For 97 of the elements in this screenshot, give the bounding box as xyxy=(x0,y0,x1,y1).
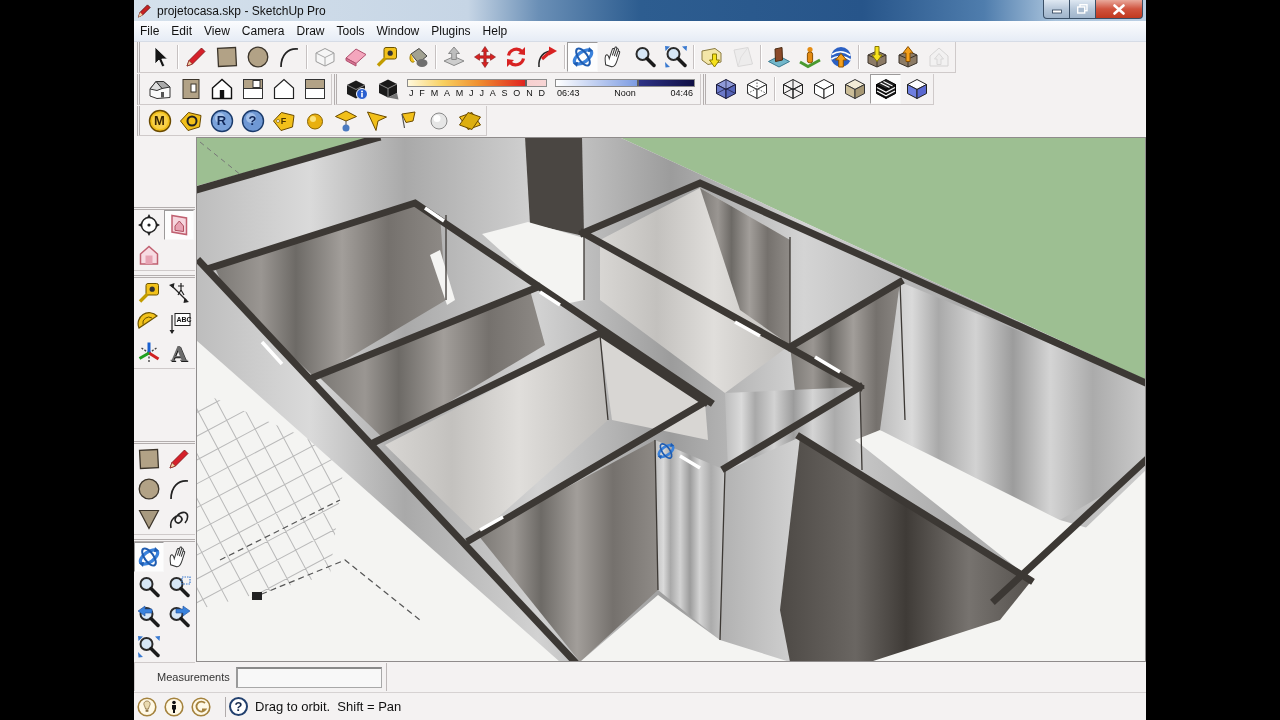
section-planes-button[interactable] xyxy=(164,210,194,240)
orbit-icon xyxy=(137,545,161,569)
axes-icon xyxy=(137,341,161,365)
map-down-arrow-icon xyxy=(699,45,724,69)
restore-icon xyxy=(1077,4,1088,14)
menu-item[interactable]: Draw xyxy=(290,22,331,40)
minimize-button[interactable] xyxy=(1043,0,1070,19)
magnifier-forward-icon xyxy=(167,605,191,629)
orbit-icon xyxy=(570,45,595,69)
menu-item[interactable]: Tools xyxy=(330,22,371,40)
measurements-field[interactable] xyxy=(235,666,382,688)
menu-item[interactable]: Window xyxy=(370,22,426,40)
diamond-light-icon xyxy=(333,108,358,133)
menu-item[interactable]: Edit xyxy=(165,22,199,40)
person-icon xyxy=(164,696,184,717)
month-label: M xyxy=(455,88,464,99)
time-label: 04:46 xyxy=(670,88,693,99)
four-arrows-icon xyxy=(472,45,497,69)
menu-item[interactable]: Camera xyxy=(235,22,291,40)
measurements-label: Measurements xyxy=(157,669,230,685)
month-label: J xyxy=(479,88,484,99)
triangle-icon xyxy=(137,507,161,531)
orbit-button[interactable] xyxy=(134,542,164,572)
panel-icon xyxy=(302,77,327,101)
time-label: 06:43 xyxy=(557,88,580,99)
menu-item[interactable]: File xyxy=(134,22,166,40)
lightbulb-icon xyxy=(137,696,157,717)
circle-icon xyxy=(245,45,270,69)
person-figure-icon xyxy=(797,45,822,69)
pencil-icon xyxy=(183,45,208,69)
time-label: Noon xyxy=(614,88,636,99)
month-label: M xyxy=(430,88,439,99)
month-label: J xyxy=(469,88,474,99)
magnifier-back-icon xyxy=(137,605,161,629)
cube-outline-icon xyxy=(312,45,337,69)
dashed-cube-icon xyxy=(744,77,769,101)
circle-icon xyxy=(137,477,161,501)
ring-icon xyxy=(191,696,211,717)
translucent-cube-icon xyxy=(713,77,738,101)
month-label: N xyxy=(526,88,533,99)
section-house-icon xyxy=(137,243,161,267)
month-label: A xyxy=(489,88,496,99)
magnifier-arrows-icon xyxy=(137,635,161,659)
close-icon xyxy=(1113,3,1125,15)
window-title: projetocasa.skp - SketchUp Pro xyxy=(157,2,326,20)
push-pull-icon xyxy=(441,45,466,69)
f-tag-button[interactable]: F xyxy=(268,106,299,135)
shaded-cube-icon xyxy=(842,77,867,101)
striped-cube-icon xyxy=(873,77,898,101)
magnifier-arrows-icon xyxy=(663,45,688,69)
tape-measure-icon xyxy=(374,45,399,69)
menu-item[interactable]: View xyxy=(198,22,236,40)
month-label: S xyxy=(501,88,508,99)
month-label: A xyxy=(443,88,450,99)
orbit-button[interactable] xyxy=(567,42,598,72)
disc-icon xyxy=(240,108,265,133)
month-label: F xyxy=(419,88,425,99)
m-button[interactable]: M xyxy=(144,106,175,135)
textured-button[interactable] xyxy=(870,74,901,104)
time-slider-track[interactable] xyxy=(555,79,695,87)
window-panel-icon xyxy=(240,77,265,101)
month-label: D xyxy=(538,88,545,99)
sign-icon xyxy=(167,311,191,335)
close-button[interactable] xyxy=(1096,0,1143,19)
triangle-flag-icon xyxy=(364,108,389,133)
pencil-logo-icon xyxy=(137,2,151,19)
house-door-icon xyxy=(209,77,234,101)
date-slider-track[interactable] xyxy=(407,79,547,87)
help-icon[interactable]: ? xyxy=(229,697,248,716)
3d-text-button[interactable]: A xyxy=(164,338,194,368)
box-down-arrow-icon xyxy=(864,45,889,69)
restore-button[interactable] xyxy=(1070,0,1096,19)
arc-icon xyxy=(167,477,191,501)
orbit-cursor-icon xyxy=(656,441,676,461)
magnifier-window-icon xyxy=(167,575,191,599)
r-button[interactable]: R xyxy=(206,106,237,135)
house-outline-icon xyxy=(271,77,296,101)
menu-item[interactable]: Help xyxy=(476,22,514,40)
box-up-arrow-icon xyxy=(895,45,920,69)
two-tone-cube-icon xyxy=(904,77,929,101)
disc-icon xyxy=(209,108,234,133)
building-on-terrain-icon xyxy=(766,45,791,69)
dimension-icon xyxy=(167,281,191,305)
compass-icon xyxy=(137,213,161,237)
month-label: J xyxy=(409,88,414,99)
sheet-icon xyxy=(730,45,755,69)
pencil-icon xyxy=(167,447,191,471)
month-label: O xyxy=(513,88,521,99)
magnifier-icon xyxy=(137,575,161,599)
help-button[interactable]: ? xyxy=(237,106,268,135)
disc-icon xyxy=(147,108,172,133)
house-up-arrow-icon xyxy=(926,45,951,69)
menu-item[interactable]: Plugins xyxy=(425,22,477,40)
status-text: Drag to orbit. Shift = Pan xyxy=(255,697,402,716)
outlined-cube-icon xyxy=(811,77,836,101)
wireframe-cube-icon xyxy=(780,77,805,101)
tape-measure-icon xyxy=(137,281,161,305)
